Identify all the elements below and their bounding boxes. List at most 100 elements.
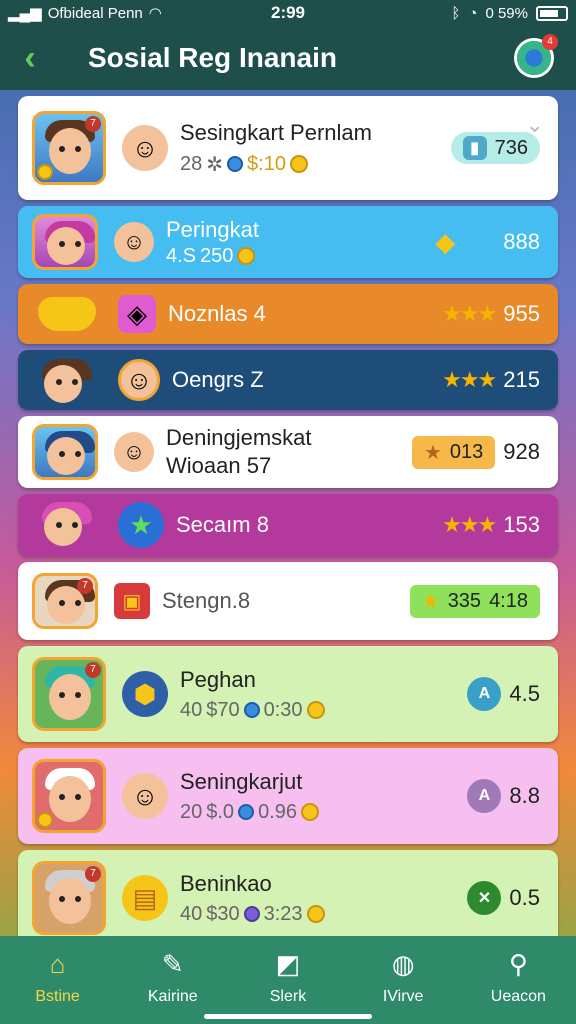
avatar: 7 [32,657,106,731]
score-value: 0.5 [509,885,540,910]
item-name: Seningkarjut [180,768,303,794]
globe-icon: ◍ [391,948,415,979]
page-title: Sosial Reg Inanain [88,42,337,73]
score-area: ★★★ 153 [442,512,540,538]
coin-icon [301,803,319,821]
star-icon: ★ [423,441,442,464]
score-value: 4:18 [489,589,528,612]
item-time: 0:30 [263,698,303,721]
avatar: 7 [32,861,106,935]
score-area: A 8.8 [467,779,540,813]
score-area: ★ 013 928 [411,435,540,469]
carrier-text: Ofbideal Penn [47,4,143,22]
item-name: Noznlas 4 [168,301,266,326]
coin-icon [306,905,325,923]
battery-text: 0 59% [485,4,528,22]
card-icon: ▮ [462,136,487,160]
score-pill: ★ 335 4:18 [409,584,540,618]
gem-icon [227,156,244,172]
list-item[interactable]: ◈ Noznlas 4 ★★★ 955 [18,284,558,344]
tab-label: Ueacon [490,988,546,1005]
item-name: Beninkao [180,870,272,896]
status-bar: ▂▄▆ Ofbideal Penn ◠ 2:99 ᛒ ◔ 0 59% [0,0,576,26]
item-price: $30 [206,902,240,925]
character-icon: ☺ [122,773,168,819]
item-name: Deningjemskat [166,425,312,450]
character-icon: ☺ [122,125,168,171]
list-item[interactable]: 7 ▣ Stengn.8 ★ 335 4:18 [18,562,558,640]
item-level: 20 [180,800,203,823]
level-badge-icon: A [467,779,502,813]
score-value: 215 [503,367,540,392]
tab-label: Slerk [269,988,307,1005]
item-name: Peghan [180,666,256,692]
item-name: Sesingkart Pernlam [180,119,372,145]
item-time: 3:23 [263,902,303,925]
tab-home[interactable]: ⌂ Bstine [8,946,108,1006]
character-icon: ☺ [114,222,154,262]
item-name: Oengrs Z [172,367,264,392]
item-sub: 40 $30 3:23 [180,903,467,926]
list-item[interactable]: ☺ Seningkarjut 20 $.0 0.96 A 8.8 [18,748,558,844]
home-icon: ⌂ [49,948,66,979]
item-price: 250 [200,244,234,267]
item-level: 40 [180,902,203,925]
item-price: $.0 [206,800,235,823]
item-sub: 28 ✲ $:10 [180,152,451,177]
item-level: 40 [180,698,203,721]
item-price: $70 [206,698,240,721]
tab-label: IVirve [382,988,424,1005]
tab-card[interactable]: ◩ Slerk [238,946,338,1006]
chest-icon: ▣ [114,583,150,619]
chevron-down-icon[interactable]: ⌄ [526,112,544,138]
level-badge-icon: A [467,677,502,711]
list-item[interactable]: ☺ Peringkat 4.S 250 ◆ 888 [18,206,558,278]
card-icon: ◩ [275,948,301,979]
list-item[interactable]: ★ Secaım 8 ★★★ 153 [18,494,558,556]
list-item[interactable]: ☺ Deningjemskat Wioaan 57 ★ 013 928 [18,416,558,488]
score-area: ★★★ 955 [442,301,540,327]
avatar [32,759,106,833]
sparkle-icon: ✲ [206,153,224,176]
shield-icon: ⬢ [122,671,168,717]
list-item[interactable]: 7 ▤ Beninkao 40 $30 3:23 ✕ 0.5 [18,850,558,946]
score-value: 955 [503,301,540,326]
app-header: ‹ Sosial Reg Inanain 4 [0,26,576,90]
score-area: ★★★ 215 [442,367,540,393]
item-sub: 20 $.0 0.96 [180,801,467,824]
item-sub: 4.S 250 [166,245,435,268]
tab-globe[interactable]: ◍ IVirve [353,946,453,1006]
item-level: 28 [180,152,203,175]
item-sub: 40 $70 0:30 [180,699,467,722]
avatar [32,424,98,480]
stars-icon: ★★★ [442,301,497,326]
score-area: ★ 335 4:18 [409,584,540,618]
list-item[interactable]: ☺ Oengrs Z ★★★ 215 [18,350,558,410]
level-badge-icon: ✕ [467,881,502,915]
item-time: 0.96 [258,800,297,823]
puzzle-icon: ✎ [161,948,184,979]
tab-label: Bstine [35,988,80,1005]
clock: 2:99 [270,3,306,22]
item-name: Secaım 8 [176,512,269,537]
tab-puzzle[interactable]: ✎ Kairine [123,946,223,1006]
avatar [32,214,98,270]
tab-search[interactable]: ⚲ Ueacon [468,946,568,1006]
character-icon: ☺ [118,359,160,401]
notification-icon[interactable]: 4 [514,34,558,78]
wifi-icon: ◠ [148,5,162,22]
bell-icon: ◆ [435,226,456,257]
item-name-2: Wioaan 57 [166,453,272,478]
list-item[interactable]: 7 ⬢ Peghan 40 $70 0:30 A 4.5 [18,646,558,742]
gem-icon [243,906,260,922]
stars-icon: ★★★ [442,367,497,392]
item-name: Stengn.8 [162,588,251,613]
list-item[interactable]: 7 ☺ Sesingkart Pernlam 28 ✲ $:10 ▮ 736 ⌄ [18,96,558,200]
score-area: ✕ 0.5 [467,881,540,915]
score-area: ◆ 888 [435,227,540,258]
leaderboard-list: 7 ☺ Sesingkart Pernlam 28 ✲ $:10 ▮ 736 ⌄… [18,96,558,952]
bluetooth-icon: ᛒ [451,4,461,22]
treasure-chest-icon: ▤ [122,875,168,921]
score-value: 888 [503,229,540,254]
back-button[interactable]: ‹ [0,26,60,90]
